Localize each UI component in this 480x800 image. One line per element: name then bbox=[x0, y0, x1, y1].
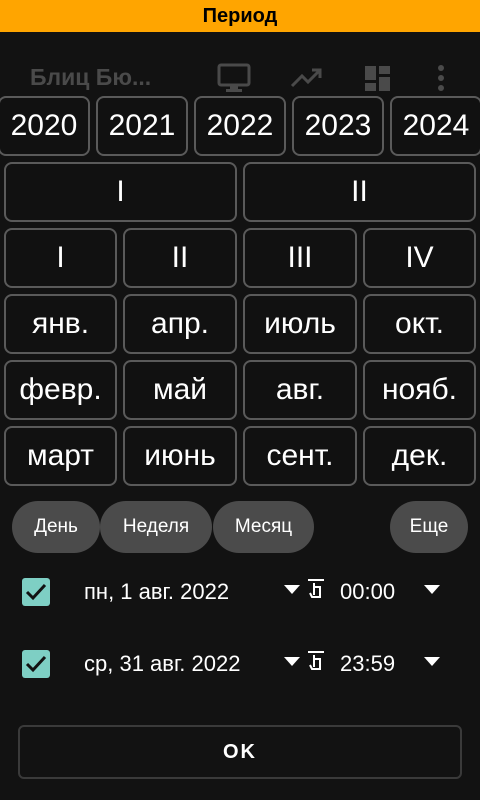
month-button-dec[interactable]: дек. bbox=[363, 426, 476, 486]
month-button-jan[interactable]: янв. bbox=[4, 294, 117, 354]
dashboard-icon bbox=[365, 66, 390, 91]
start-date-dropdown-icon[interactable] bbox=[284, 585, 300, 595]
half-year-button-2[interactable]: II bbox=[243, 162, 476, 222]
month-button-jun[interactable]: июнь bbox=[123, 426, 237, 486]
end-time-field[interactable]: 23:59 bbox=[340, 651, 395, 677]
background-app-bar: Блиц Бю... bbox=[0, 32, 480, 92]
month-button-may[interactable]: май bbox=[123, 360, 237, 420]
ok-button[interactable]: OK bbox=[18, 725, 462, 779]
month-button-mar[interactable]: март bbox=[4, 426, 117, 486]
start-time-field[interactable]: 00:00 bbox=[340, 579, 395, 605]
month-chip[interactable]: Месяц bbox=[213, 501, 314, 553]
day-chip[interactable]: День bbox=[12, 501, 100, 553]
end-checkbox[interactable] bbox=[22, 650, 50, 678]
end-date-field[interactable]: ср, 31 авг. 2022 bbox=[84, 651, 240, 677]
year-button-2023[interactable]: 2023 bbox=[292, 96, 384, 156]
monitor-icon bbox=[217, 63, 251, 92]
month-button-feb[interactable]: февр. bbox=[4, 360, 117, 420]
month-button-jul[interactable]: июль bbox=[243, 294, 357, 354]
check-icon bbox=[25, 583, 47, 601]
end-tap-time-icon[interactable] bbox=[304, 649, 328, 675]
month-button-aug[interactable]: авг. bbox=[243, 360, 357, 420]
end-date-dropdown-icon[interactable] bbox=[284, 657, 300, 667]
trending-up-icon bbox=[290, 68, 322, 88]
end-time-dropdown-icon[interactable] bbox=[424, 657, 440, 667]
start-tap-time-icon[interactable] bbox=[304, 577, 328, 603]
check-icon bbox=[25, 655, 47, 673]
year-button-2024[interactable]: 2024 bbox=[390, 96, 480, 156]
more-chip[interactable]: Еще bbox=[390, 501, 468, 553]
week-chip[interactable]: Неделя bbox=[100, 501, 212, 553]
start-checkbox[interactable] bbox=[22, 578, 50, 606]
year-button-2021[interactable]: 2021 bbox=[96, 96, 188, 156]
quarter-button-2[interactable]: II bbox=[123, 228, 237, 288]
year-button-2022[interactable]: 2022 bbox=[194, 96, 286, 156]
quarter-button-1[interactable]: I bbox=[4, 228, 117, 288]
app-title: Блиц Бю... bbox=[30, 64, 152, 90]
more-vert-icon bbox=[438, 65, 444, 91]
start-date-field[interactable]: пн, 1 авг. 2022 bbox=[84, 579, 229, 605]
month-button-sep[interactable]: сент. bbox=[243, 426, 357, 486]
month-button-apr[interactable]: апр. bbox=[123, 294, 237, 354]
month-button-oct[interactable]: окт. bbox=[363, 294, 476, 354]
dialog-title: Период bbox=[0, 0, 480, 32]
start-time-dropdown-icon[interactable] bbox=[424, 585, 440, 595]
half-year-button-1[interactable]: I bbox=[4, 162, 237, 222]
year-button-2020[interactable]: 2020 bbox=[0, 96, 90, 156]
quarter-button-4[interactable]: IV bbox=[363, 228, 476, 288]
month-button-nov[interactable]: нояб. bbox=[363, 360, 476, 420]
quarter-button-3[interactable]: III bbox=[243, 228, 357, 288]
